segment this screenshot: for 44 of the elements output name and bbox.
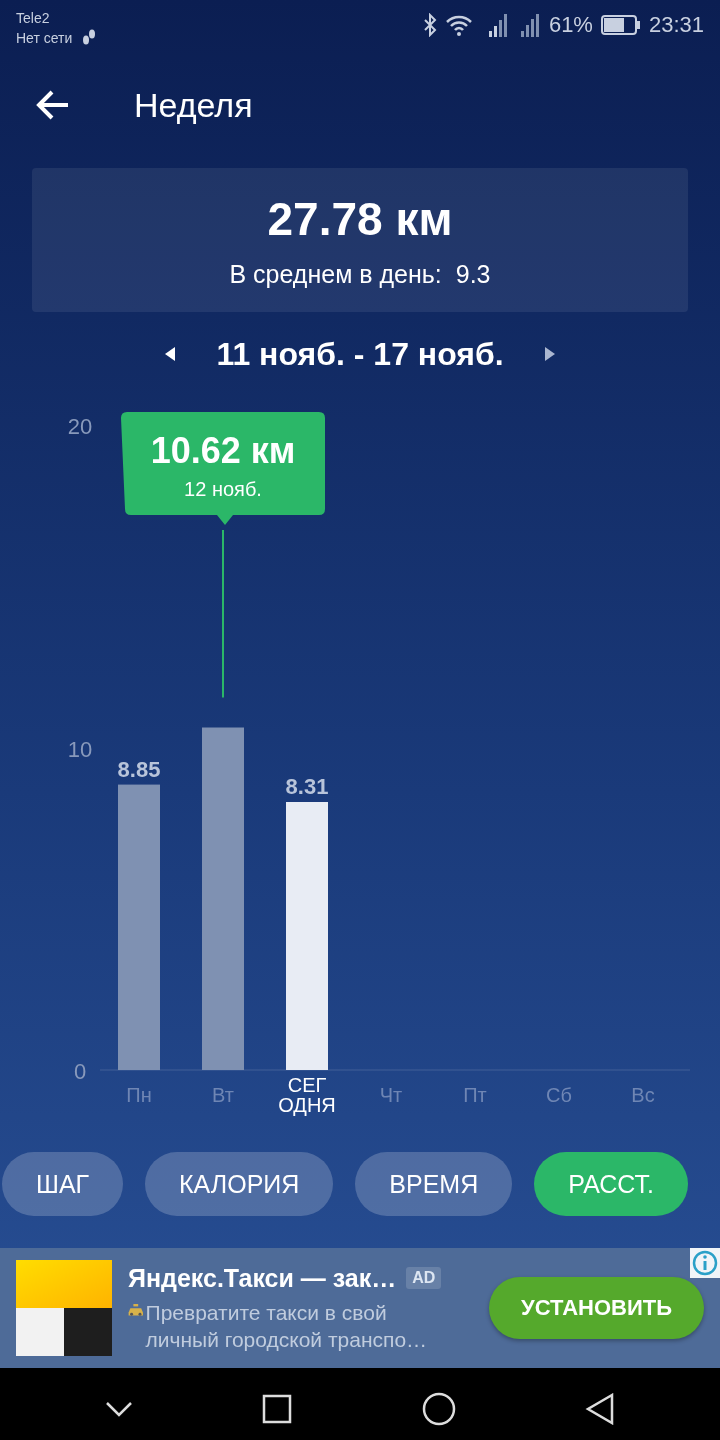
install-button[interactable]: УСТАНОВИТЬ [489,1277,704,1339]
square-icon[interactable] [262,1394,293,1424]
day-label: СЕГ ОДНЯ [278,1074,336,1116]
tooltip-value: 10.62 км [150,430,296,471]
chevron-down-icon[interactable] [104,1401,133,1417]
day-label: Пн [126,1084,152,1106]
day-label: Вт [212,1084,234,1106]
day-label: Пт [463,1084,487,1106]
ad-title: Яндекс.Такси — зак… [128,1263,397,1293]
clock: 23:31 [648,12,704,38]
axis-tick: 0 [73,1059,87,1084]
value-label: 8.31 [285,774,329,799]
info-icon[interactable] [690,1248,720,1278]
battery-icon [600,15,641,35]
ad-badge: AD [406,1267,442,1289]
tooltip-date: 12 нояб. [184,478,262,500]
value-label: 8.85 [117,756,161,782]
ad-description: Превратите такси в свой личный городской транспо… [145,1299,429,1353]
back-icon[interactable] [585,1393,616,1425]
network-status: Нет сети [16,30,73,46]
metric-tab[interactable]: ВРЕМЯ [355,1152,513,1216]
ad-banner[interactable]: Яндекс.Такси — зак… AD Превратите такси в свой личный городской транспо… УСТАНОВИТЬ [0,1248,720,1368]
previous-arrow-icon[interactable] [164,346,177,362]
next-arrow-icon[interactable] [543,346,556,362]
app-logo-icon [16,1260,112,1356]
home-icon[interactable] [421,1392,456,1426]
metric-tab[interactable]: РАССТ. [534,1152,688,1216]
day-label: Сб [546,1084,572,1106]
battery-percent: 61% [548,12,593,38]
date-range: 11 нояб. - 17 нояб. [216,335,504,373]
day-label: Вс [631,1084,655,1106]
metric-tab[interactable]: КАЛОРИЯ [145,1152,334,1216]
bluetooth-icon [422,13,437,37]
wifi-icon [444,14,473,36]
metric-tab[interactable]: ШАГ [2,1152,124,1216]
average-label: В среднем в день: [229,259,442,289]
average-value: 9.3 [455,259,491,289]
back-arrow-icon[interactable] [36,90,70,120]
total-distance: 27.78 км [267,191,453,246]
day-label: Чт [379,1084,403,1106]
axis-tick: 10 [67,736,93,762]
screen-title: Неделя [134,85,253,125]
carrier-name: Tele2 [16,10,51,26]
axis-tick: 20 [67,414,93,439]
